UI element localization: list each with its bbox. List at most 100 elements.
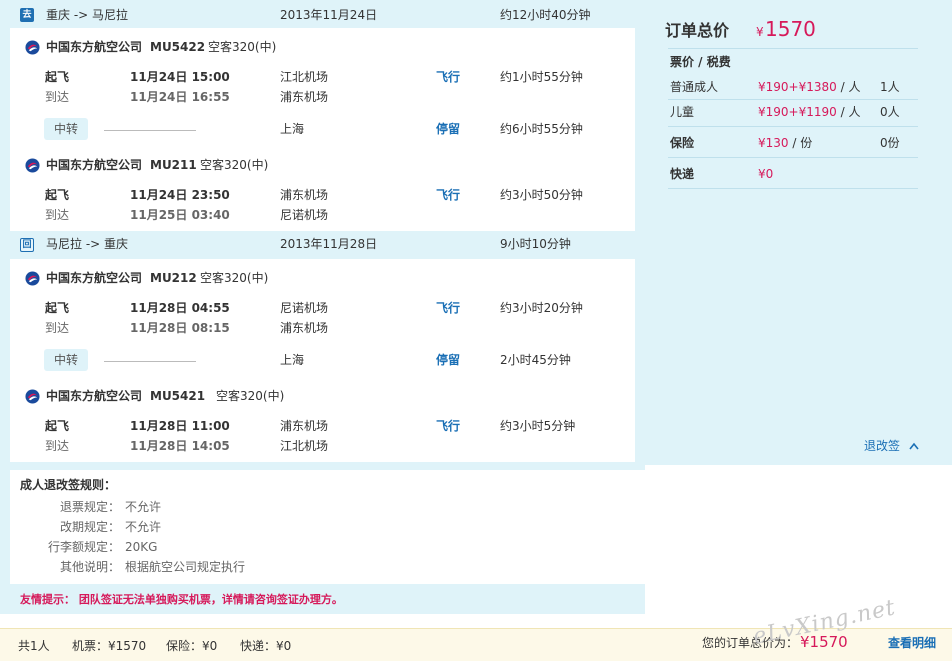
rule-label: 改期规定： xyxy=(60,520,121,534)
flight-number: MU212 xyxy=(150,271,197,285)
rule-value: 根据航空公司规定执行 xyxy=(125,560,246,574)
friendly-notice: 友情提示： 团队签证无法单独购买机票，详情请咨询签证办理方。 xyxy=(20,593,343,606)
arrival-time: 11月24日 16:55 xyxy=(130,90,230,104)
aircraft-type: 空客320(中) xyxy=(208,40,277,54)
rule-label: 其他说明： xyxy=(60,560,121,574)
transfer-action: 停留 xyxy=(436,353,461,367)
flight-action: 飞行 xyxy=(436,301,461,315)
return-badge: 回 xyxy=(20,238,34,252)
flight-number: MU211 xyxy=(150,158,197,172)
change-rules-link[interactable]: 退改签 xyxy=(864,438,900,454)
delivery-label: 快递 xyxy=(670,167,695,181)
china-eastern-logo-icon xyxy=(25,271,40,286)
flight-duration: 约1小时55分钟 xyxy=(500,70,583,84)
transfer-badge: 中转 xyxy=(44,349,88,371)
fare-row-price: ¥190+¥1380 / 人 xyxy=(758,80,861,94)
arrival-time: 11月28日 08:15 xyxy=(130,321,230,335)
aircraft-type: 空客320(中) xyxy=(200,271,269,285)
arrival-label: 到达 xyxy=(45,321,70,335)
departure-time: 11月28日 04:55 xyxy=(130,301,230,315)
arrival-time: 11月25日 03:40 xyxy=(130,208,230,222)
flight-airline: 中国东方航空公司 xyxy=(46,389,143,403)
departure-label: 起飞 xyxy=(45,419,70,433)
flight-number: MU5421 xyxy=(150,389,206,403)
outbound-date: 2013年11月24日 xyxy=(280,8,378,22)
arrival-airport: 江北机场 xyxy=(280,439,329,453)
return-segment-header: 回 马尼拉 -> 重庆 2013年11月28日 9小时10分钟 xyxy=(10,232,635,258)
transfer-duration: 约6小时55分钟 xyxy=(500,122,583,136)
divider xyxy=(668,188,918,189)
return-route: 马尼拉 -> 重庆 xyxy=(46,237,129,251)
fare-row-price: ¥190+¥1190 / 人 xyxy=(758,105,861,119)
arrival-label: 到达 xyxy=(45,208,70,222)
outbound-flights-card: 中国东方航空公司 MU5422 空客320(中) 起飞 11月24日 15:00… xyxy=(10,28,635,231)
arrival-label: 到达 xyxy=(45,90,70,104)
flight-duration: 约3小时50分钟 xyxy=(500,188,583,202)
divider xyxy=(668,157,918,158)
flight-duration: 约3小时20分钟 xyxy=(500,301,583,315)
flight-airline: 中国东方航空公司 xyxy=(46,271,143,285)
rule-value: 20KG xyxy=(125,540,158,554)
flight-duration: 约3小时5分钟 xyxy=(500,419,576,433)
insurance-price: ¥130 / 份 xyxy=(758,136,813,150)
insurance-qty: 0份 xyxy=(880,136,900,150)
footer-ticket: 机票：¥1570 xyxy=(72,639,147,653)
footer-people: 共1人 xyxy=(18,639,50,653)
flight-airline: 中国东方航空公司 xyxy=(46,40,143,54)
insurance-label: 保险 xyxy=(670,136,695,150)
transfer-badge: 中转 xyxy=(44,118,88,140)
departure-time: 11月24日 15:00 xyxy=(130,70,230,84)
divider xyxy=(668,99,918,100)
rule-value: 不允许 xyxy=(125,520,162,534)
aircraft-type: 空客320(中) xyxy=(216,389,285,403)
arrival-time: 11月28日 14:05 xyxy=(130,439,230,453)
departure-label: 起飞 xyxy=(45,70,70,84)
aircraft-type: 空客320(中) xyxy=(200,158,269,172)
fare-row-qty: 1人 xyxy=(880,80,900,94)
fare-row-label: 儿童 xyxy=(670,105,695,119)
arrival-label: 到达 xyxy=(45,439,70,453)
transfer-divider xyxy=(104,130,196,131)
departure-label: 起飞 xyxy=(45,188,70,202)
transfer-divider xyxy=(104,361,196,362)
order-total-currency: ¥ xyxy=(756,25,764,39)
departure-airport: 浦东机场 xyxy=(280,188,329,202)
arrival-airport: 浦东机场 xyxy=(280,321,329,335)
arrival-airport: 尼诺机场 xyxy=(280,208,329,222)
delivery-price: ¥0 xyxy=(758,167,774,181)
chevron-up-icon[interactable] xyxy=(909,442,919,450)
rule-label: 退票规定： xyxy=(60,500,121,514)
flight-number: MU5422 xyxy=(150,40,206,54)
transfer-duration: 2小时45分钟 xyxy=(500,353,571,367)
flight-action: 飞行 xyxy=(436,419,461,433)
return-date: 2013年11月28日 xyxy=(280,237,378,251)
departure-airport: 江北机场 xyxy=(280,70,329,84)
departure-airport: 尼诺机场 xyxy=(280,301,329,315)
outbound-total-duration: 约12小时40分钟 xyxy=(500,8,591,22)
arrival-airport: 浦东机场 xyxy=(280,90,329,104)
china-eastern-logo-icon xyxy=(25,40,40,55)
departure-airport: 浦东机场 xyxy=(280,419,329,433)
transfer-action: 停留 xyxy=(436,122,461,136)
china-eastern-logo-icon xyxy=(25,389,40,404)
outbound-segment-header: 去 重庆 -> 马尼拉 2013年11月24日 约12小时40分钟 xyxy=(10,2,635,28)
rule-label: 行李额规定： xyxy=(48,540,121,554)
view-details-link[interactable]: 查看明细 xyxy=(888,635,936,651)
fare-tax-header: 票价 / 税费 xyxy=(670,55,731,69)
rules-title: 成人退改签规则： xyxy=(20,478,117,492)
fare-row-label: 普通成人 xyxy=(670,80,719,94)
departure-time: 11月28日 11:00 xyxy=(130,419,230,433)
return-total-duration: 9小时10分钟 xyxy=(500,237,571,251)
china-eastern-logo-icon xyxy=(25,158,40,173)
outbound-route: 重庆 -> 马尼拉 xyxy=(46,8,129,22)
departure-time: 11月24日 23:50 xyxy=(130,188,230,202)
fare-row-qty: 0人 xyxy=(880,105,900,119)
outbound-badge: 去 xyxy=(20,8,34,22)
transfer-city: 上海 xyxy=(280,353,305,367)
flight-airline: 中国东方航空公司 xyxy=(46,158,143,172)
footer-insurance: 保险：¥0 xyxy=(166,639,218,653)
rule-value: 不允许 xyxy=(125,500,162,514)
departure-label: 起飞 xyxy=(45,301,70,315)
footer-delivery: 快递：¥0 xyxy=(240,639,292,653)
flight-action: 飞行 xyxy=(436,188,461,202)
